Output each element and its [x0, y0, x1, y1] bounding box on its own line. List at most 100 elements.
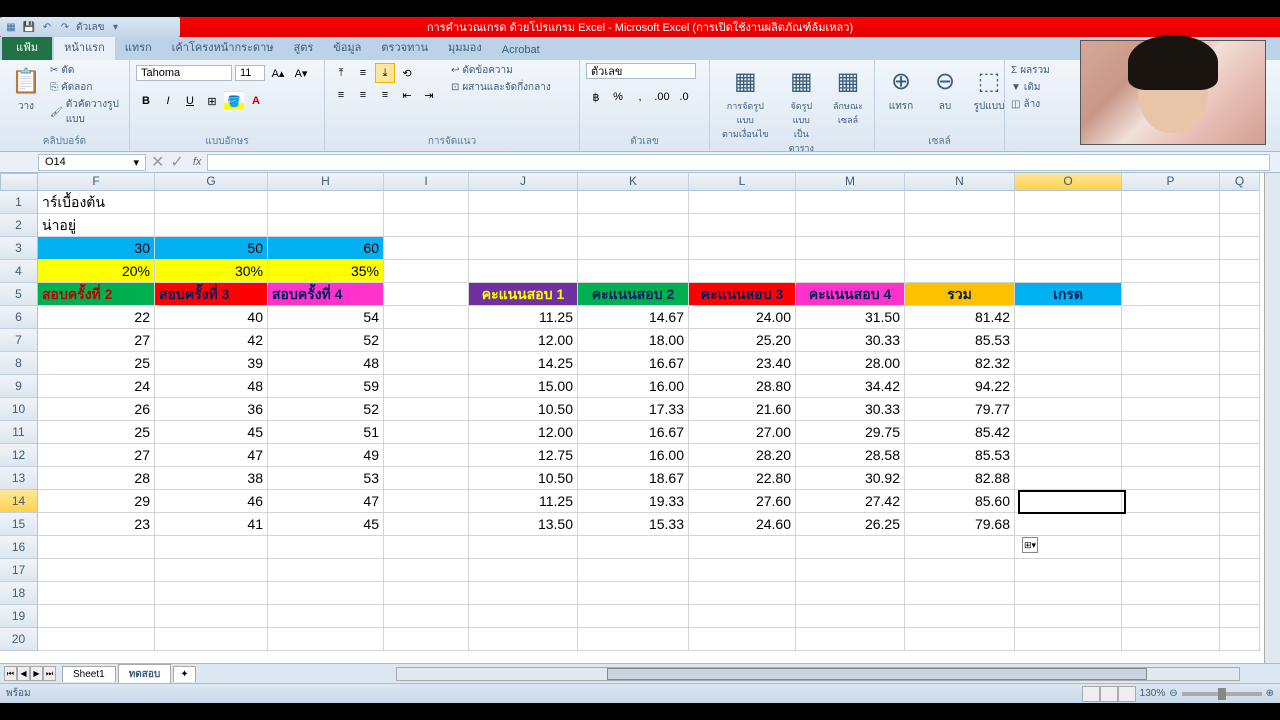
cell[interactable]: 27.00 — [689, 421, 796, 444]
cell[interactable]: 12.75 — [469, 444, 578, 467]
cell[interactable]: 29 — [38, 490, 155, 513]
cell[interactable]: 22 — [38, 306, 155, 329]
cell[interactable]: 59 — [268, 375, 384, 398]
autosum-button[interactable]: Σผลรวม — [1011, 63, 1055, 78]
cell[interactable] — [905, 559, 1015, 582]
fill-button[interactable]: ▼เติม — [1011, 80, 1055, 95]
cell[interactable] — [155, 628, 268, 651]
cell[interactable]: 28.58 — [796, 444, 905, 467]
cell[interactable] — [1220, 283, 1260, 306]
spreadsheet-grid[interactable]: F G H I J K L M N O P Q 1าร์เบื้องต้น2น่… — [0, 173, 1280, 663]
cell[interactable] — [1015, 329, 1122, 352]
cell[interactable]: 19.33 — [578, 490, 689, 513]
cell[interactable] — [1015, 444, 1122, 467]
cell[interactable] — [469, 582, 578, 605]
select-all-corner[interactable] — [0, 173, 38, 191]
cell[interactable]: สอบครั้งที่ 4 — [268, 283, 384, 306]
row-header[interactable]: 20 — [0, 628, 38, 651]
delete-cells-button[interactable]: ⊖ลบ — [925, 63, 965, 116]
tab-insert[interactable]: แทรก — [115, 34, 162, 60]
align-center-button[interactable]: ≡ — [353, 85, 373, 105]
cell[interactable] — [469, 605, 578, 628]
cell[interactable]: 51 — [268, 421, 384, 444]
merge-center-button[interactable]: ⊡ผสานและจัดกึ่งกลาง — [451, 80, 551, 95]
cell[interactable] — [155, 536, 268, 559]
cell[interactable]: 60 — [268, 237, 384, 260]
cell[interactable] — [384, 260, 469, 283]
cell[interactable]: 17.33 — [578, 398, 689, 421]
cell[interactable]: 18.00 — [578, 329, 689, 352]
cell[interactable] — [689, 628, 796, 651]
copy-button[interactable]: ⎘คัดลอก — [50, 80, 123, 95]
cell[interactable]: 10.50 — [469, 398, 578, 421]
row-header[interactable]: 7 — [0, 329, 38, 352]
format-painter-button[interactable]: 🖌ตัวคัดวางรูปแบบ — [50, 97, 123, 127]
cell[interactable]: 24 — [38, 375, 155, 398]
cell[interactable]: 25 — [38, 352, 155, 375]
cell[interactable] — [1122, 536, 1220, 559]
cell[interactable]: 38 — [155, 467, 268, 490]
row-header[interactable]: 10 — [0, 398, 38, 421]
cell[interactable] — [1220, 421, 1260, 444]
cell[interactable] — [905, 536, 1015, 559]
cell[interactable] — [689, 214, 796, 237]
cell[interactable] — [578, 260, 689, 283]
cell[interactable]: 11.25 — [469, 490, 578, 513]
cell[interactable] — [1220, 398, 1260, 421]
row-header[interactable]: 8 — [0, 352, 38, 375]
cell[interactable]: 27 — [38, 444, 155, 467]
cell[interactable] — [1122, 398, 1220, 421]
cell[interactable]: 27.42 — [796, 490, 905, 513]
cell[interactable] — [905, 260, 1015, 283]
zoom-level[interactable]: 130% — [1140, 688, 1166, 699]
cell[interactable] — [268, 559, 384, 582]
cell[interactable] — [796, 582, 905, 605]
cell[interactable] — [384, 605, 469, 628]
cell[interactable] — [796, 237, 905, 260]
cell[interactable]: 45 — [268, 513, 384, 536]
cell[interactable] — [469, 559, 578, 582]
cell[interactable] — [1220, 329, 1260, 352]
cell[interactable]: 47 — [155, 444, 268, 467]
cell[interactable] — [1122, 490, 1220, 513]
cell[interactable]: 31.50 — [796, 306, 905, 329]
chevron-down-icon[interactable]: ▾ — [133, 156, 139, 169]
row-header[interactable]: 15 — [0, 513, 38, 536]
cell[interactable]: 24.00 — [689, 306, 796, 329]
redo-icon[interactable]: ↷ — [58, 20, 72, 34]
cell[interactable]: 26 — [38, 398, 155, 421]
cell[interactable]: 30.33 — [796, 329, 905, 352]
cell[interactable] — [689, 582, 796, 605]
cell[interactable] — [1015, 559, 1122, 582]
cell[interactable] — [155, 191, 268, 214]
tab-review[interactable]: ตรวจทาน — [371, 34, 438, 60]
row-header[interactable]: 4 — [0, 260, 38, 283]
col-header[interactable]: G — [155, 173, 268, 191]
row-header[interactable]: 6 — [0, 306, 38, 329]
cell[interactable]: 28.20 — [689, 444, 796, 467]
col-header[interactable]: P — [1122, 173, 1220, 191]
cell[interactable]: 16.00 — [578, 444, 689, 467]
underline-button[interactable]: U — [180, 91, 200, 111]
cell[interactable]: 16.00 — [578, 375, 689, 398]
fill-color-button[interactable]: 🪣 — [224, 91, 244, 111]
cell[interactable] — [384, 214, 469, 237]
cell[interactable] — [689, 237, 796, 260]
cell[interactable]: 29.75 — [796, 421, 905, 444]
cut-button[interactable]: ✂ตัด — [50, 63, 123, 78]
cell[interactable] — [1122, 467, 1220, 490]
cell[interactable]: 15.00 — [469, 375, 578, 398]
font-color-button[interactable]: A — [246, 91, 266, 111]
cell[interactable] — [796, 214, 905, 237]
cell[interactable]: 45 — [155, 421, 268, 444]
cell[interactable]: 21.60 — [689, 398, 796, 421]
cell[interactable]: 27.60 — [689, 490, 796, 513]
cell[interactable] — [38, 628, 155, 651]
cell[interactable]: คะแนนสอบ 1 — [469, 283, 578, 306]
cell[interactable]: 11.25 — [469, 306, 578, 329]
cell[interactable] — [1015, 490, 1122, 513]
qat-style[interactable]: ตัวเลข — [76, 20, 105, 35]
currency-button[interactable]: ฿ — [586, 87, 606, 107]
cell[interactable]: 94.22 — [905, 375, 1015, 398]
cell[interactable] — [578, 536, 689, 559]
